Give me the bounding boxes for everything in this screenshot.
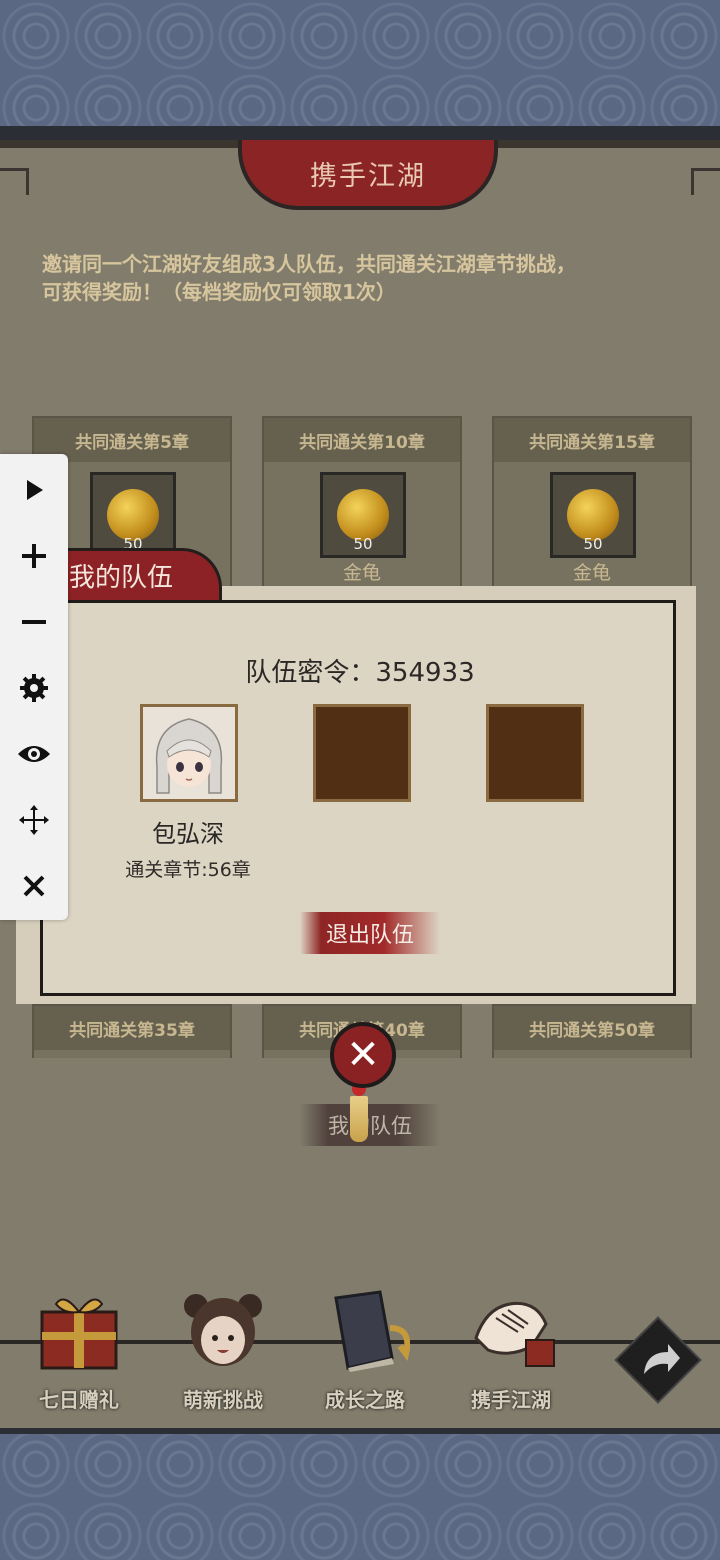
nav-join-jianghu[interactable]: 携手江湖 <box>446 1288 576 1418</box>
member-name: 包弘深 <box>152 820 224 848</box>
eye-icon <box>18 746 50 762</box>
move-button[interactable] <box>14 800 54 840</box>
settings-button[interactable] <box>14 668 54 708</box>
nav-seven-day-gift[interactable]: 七日赠礼 <box>14 1288 144 1418</box>
reward-card-title: 共同通关第15章 <box>494 418 690 462</box>
nav-newbie-challenge[interactable]: 萌新挑战 <box>158 1288 288 1418</box>
zoom-in-button[interactable] <box>14 536 54 576</box>
corner-ornament-right <box>691 168 720 195</box>
nav-share[interactable] <box>604 1288 714 1418</box>
nav-label: 萌新挑战 <box>183 1388 263 1412</box>
girl-avatar-icon <box>184 1294 262 1366</box>
reward-item-frame: 50 <box>550 472 636 558</box>
reward-card-chapter-15[interactable]: 共同通关第15章 50 金龟 <box>492 416 692 600</box>
corner-ornament-left <box>0 168 29 195</box>
gift-box-icon <box>40 1298 118 1370</box>
tassel <box>350 1096 368 1142</box>
move-icon <box>19 805 49 835</box>
team-slot-1[interactable] <box>140 704 238 802</box>
my-team-button[interactable]: 我的队伍 <box>300 1104 440 1146</box>
reward-item-count: 50 <box>583 535 603 553</box>
reward-item-count: 50 <box>353 535 373 553</box>
team-slot-3-empty[interactable] <box>486 704 584 802</box>
description-line-1: 邀请同一个江湖好友组成3人队伍，共同通关江湖章节挑战， <box>42 252 576 276</box>
minus-icon <box>22 620 46 624</box>
close-icon: ✕ <box>346 1032 380 1078</box>
close-toolbar-button[interactable] <box>14 866 54 906</box>
gold-turtle-icon <box>567 489 619 541</box>
reward-item-frame: 50 <box>320 472 406 558</box>
nav-label: 成长之路 <box>325 1388 405 1412</box>
reward-card-chapter-50[interactable]: 共同通关第50章 <box>492 1004 692 1058</box>
close-icon <box>23 875 45 897</box>
reward-card-title: 共同通关第35章 <box>34 1006 230 1050</box>
handshake-icon <box>474 1301 555 1367</box>
passcode-label: 队伍密令： <box>245 658 376 688</box>
share-arrow-icon <box>614 1316 702 1404</box>
event-description: 邀请同一个江湖好友组成3人队伍，共同通关江湖章节挑战， 可获得奖励！（每档奖励仅… <box>42 250 682 306</box>
reward-card-chapter-10[interactable]: 共同通关第10章 50 金龟 <box>262 416 462 600</box>
bottom-pattern-band <box>0 1428 720 1560</box>
exit-team-button[interactable]: 退出队伍 <box>300 912 440 954</box>
zoom-out-button[interactable] <box>14 602 54 642</box>
page-title: 携手江湖 <box>238 140 498 210</box>
reward-card-title: 共同通关第50章 <box>494 1006 690 1050</box>
gear-icon <box>20 674 48 702</box>
team-popup-tab: 我的队伍 <box>42 548 222 600</box>
nav-label: 携手江湖 <box>471 1388 551 1412</box>
passcode-value: 354933 <box>375 658 475 688</box>
nav-growth-path[interactable]: 成长之路 <box>300 1288 430 1418</box>
reward-card-title: 共同通关第10章 <box>264 418 460 462</box>
reward-item-name: 金龟 <box>572 562 611 584</box>
play-button[interactable] <box>14 470 54 510</box>
top-pattern-band <box>0 0 720 128</box>
white-hair-girl-avatar-icon <box>143 707 235 799</box>
reward-card-chapter-35[interactable]: 共同通关第35章 <box>32 1004 232 1058</box>
reward-item-name: 金龟 <box>342 562 381 584</box>
plus-icon <box>22 544 46 568</box>
member-progress: 通关章节:56章 <box>125 859 251 881</box>
book-icon <box>334 1290 410 1372</box>
gold-turtle-icon <box>337 489 389 541</box>
top-band-edge <box>0 126 720 140</box>
play-icon <box>27 480 43 500</box>
close-popup-button[interactable]: ✕ <box>330 1022 396 1088</box>
nav-label: 七日赠礼 <box>39 1388 119 1412</box>
team-passcode: 队伍密令：354933 <box>0 652 720 689</box>
visibility-button[interactable] <box>14 734 54 774</box>
team-slot-2-empty[interactable] <box>313 704 411 802</box>
reward-item-frame: 50 <box>90 472 176 558</box>
floating-toolbar <box>0 454 68 920</box>
gold-turtle-icon <box>107 489 159 541</box>
member-avatar <box>143 707 235 799</box>
description-line-2: 可获得奖励！（每档奖励仅可领取1次） <box>42 280 396 304</box>
